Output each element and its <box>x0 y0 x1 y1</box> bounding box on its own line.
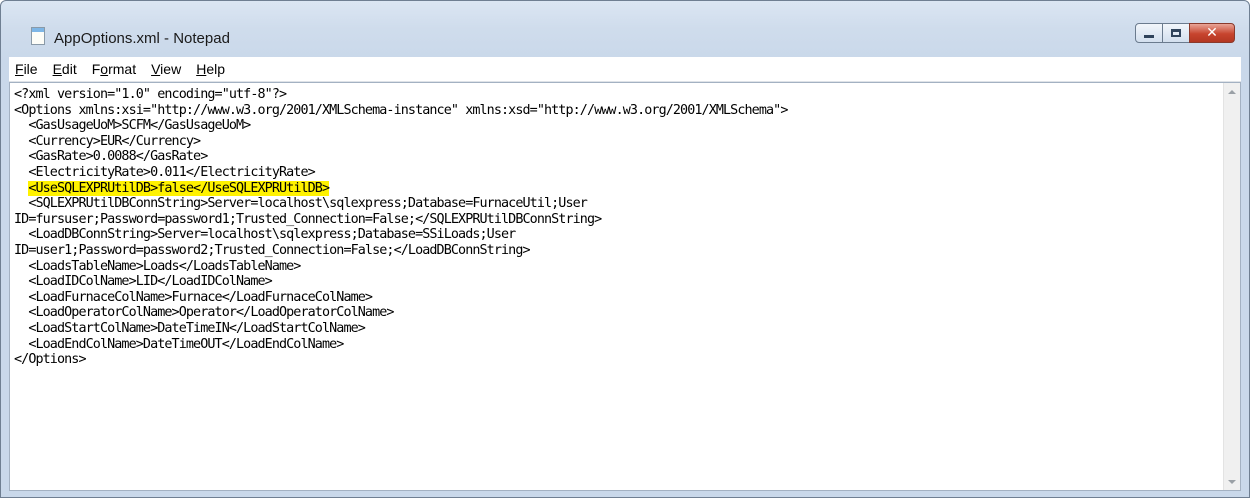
text-line: <Currency>EUR</Currency> <box>14 133 201 149</box>
text-line-indent <box>14 181 28 196</box>
text-line: ID=user1;Password=password2;Trusted_Conn… <box>14 242 531 258</box>
text-line: <LoadsTableName>Loads</LoadsTableName> <box>14 258 301 274</box>
text-line: <LoadDBConnString>Server=localhost\sqlex… <box>14 227 516 243</box>
text-line: ID=fursuser;Password=password1;Trusted_C… <box>14 211 602 227</box>
maximize-button[interactable] <box>1162 23 1190 43</box>
minimize-icon <box>1144 35 1154 38</box>
window-title: AppOptions.xml - Notepad <box>54 30 230 47</box>
text-line: <GasUsageUoM>SCFM</GasUsageUoM> <box>14 118 251 134</box>
close-icon: ✕ <box>1206 25 1218 41</box>
text-line: <Options xmlns:xsi="http://www.w3.org/20… <box>14 102 788 118</box>
menu-edit[interactable]: Edit <box>47 57 83 81</box>
scroll-up-button[interactable] <box>1224 83 1240 100</box>
close-button[interactable]: ✕ <box>1189 23 1235 43</box>
text-line: <?xml version="1.0" encoding="utf-8"?> <box>14 87 287 102</box>
notepad-icon[interactable] <box>31 27 45 45</box>
text-line: <LoadEndColName>DateTimeOUT</LoadEndColN… <box>14 336 344 352</box>
text-line: <ElectricityRate>0.011</ElectricityRate> <box>14 164 315 180</box>
scroll-down-button[interactable] <box>1224 473 1240 490</box>
highlighted-text: <UseSQLEXPRUtilDB>false</UseSQLEXPRUtilD… <box>28 180 330 196</box>
text-line: <LoadStartColName>DateTimeIN</LoadStartC… <box>14 320 366 336</box>
chevron-down-icon <box>1228 479 1236 484</box>
editor-text[interactable]: <?xml version="1.0" encoding="utf-8"?> <… <box>14 87 1214 368</box>
menu-format[interactable]: Format <box>86 57 142 81</box>
text-line: <SQLEXPRUtilDBConnString>Server=localhos… <box>14 196 588 212</box>
window-controls: ✕ <box>1135 23 1235 45</box>
menu-file[interactable]: File <box>9 57 44 81</box>
notepad-window: AppOptions.xml - Notepad ✕ File Edit For… <box>0 0 1250 498</box>
title-bar[interactable]: AppOptions.xml - Notepad ✕ <box>1 1 1249 53</box>
menu-help[interactable]: Help <box>190 57 231 81</box>
text-line: <LoadOperatorColName>Operator</LoadOpera… <box>14 305 394 321</box>
chevron-up-icon <box>1228 89 1236 94</box>
text-editor[interactable]: <?xml version="1.0" encoding="utf-8"?> <… <box>9 82 1241 491</box>
menu-bar: File Edit Format View Help <box>9 57 1241 82</box>
text-line: <GasRate>0.0088</GasRate> <box>14 149 208 165</box>
minimize-button[interactable] <box>1135 23 1163 43</box>
vertical-scrollbar[interactable] <box>1223 83 1240 490</box>
text-line: <LoadIDColName>LID</LoadIDColName> <box>14 274 272 290</box>
maximize-icon <box>1171 29 1181 37</box>
menu-view[interactable]: View <box>145 57 187 81</box>
text-line: <LoadFurnaceColName>Furnace</LoadFurnace… <box>14 289 373 305</box>
text-line: </Options> <box>14 352 87 368</box>
